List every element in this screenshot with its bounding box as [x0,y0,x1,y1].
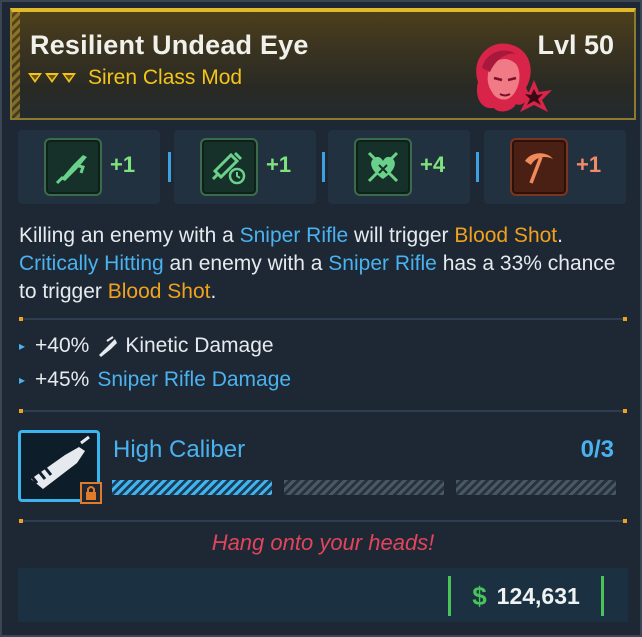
augment-progress: 0/3 [580,436,614,463]
divider [322,152,325,182]
stat-label: Kinetic Damage [125,334,274,357]
description-text: . [210,280,217,303]
keyword-blood-shot: Blood Shot [107,280,211,303]
header-stripe [12,12,20,118]
divider [168,152,171,182]
skill-bonus-value: +4 [420,152,446,177]
item-type: Siren Class Mod [88,66,243,89]
item-name: Resilient Undead Eye [30,30,309,60]
rarity-chevrons-icon [28,73,76,83]
section-divider [19,519,627,523]
price-tag: $ 124,631 [448,576,604,616]
divider [476,152,479,182]
progress-segment [112,480,272,495]
progress-segment [456,480,616,495]
section-divider [19,409,627,413]
skill-bonus-4[interactable]: +1 [484,130,626,204]
skill-bonus-1[interactable]: +1 [18,130,160,204]
description-text: an enemy with a [163,252,329,275]
skill-bonus-2[interactable]: +1 [174,130,316,204]
keyword-sniper-rifle: Sniper Rifle [328,252,437,275]
keyword-sniper-rifle: Sniper Rifle [239,224,349,247]
currency-icon: $ [472,580,487,611]
scythe-skill-icon [510,138,568,196]
footer: $ 124,631 [18,568,628,622]
skill-bonus-value: +1 [576,152,602,177]
syringe-timer-skill-icon [200,138,258,196]
progress-segment [284,480,444,495]
description-text: will trigger [348,224,455,247]
skill-bonus-value: +1 [110,152,136,177]
description-text: Killing an enemy with a [19,224,240,247]
kinetic-icon [99,336,118,357]
item-type-row: Siren Class Mod [28,66,242,90]
stat-value: +45% [35,368,90,391]
item-card: Resilient Undead Eye Siren Class Mod Lvl… [0,0,642,637]
item-description: Killing an enemy with a Sniper Rifle wil… [19,222,629,306]
skill-bonus-value: +1 [266,152,292,177]
bullet-icon: ▸ [19,373,26,387]
skill-bonus-row: +1 +1 +4 +1 [18,130,628,204]
lock-icon [80,482,102,504]
keyword-critically-hitting: Critically Hitting [19,252,164,275]
item-header: Resilient Undead Eye Siren Class Mod Lvl… [10,8,636,120]
stat-kinetic-damage: ▸ +40% Kinetic Damage [19,334,274,358]
heart-crossed-skill-icon [354,138,412,196]
sniper-skill-icon [44,138,102,196]
price-value: 124,631 [496,582,580,609]
section-divider [19,317,627,321]
description-text: . [557,224,563,247]
augment-name: High Caliber [113,436,246,463]
stat-sniper-rifle-damage: ▸ +45% Sniper Rifle Damage [19,368,291,392]
flavor-text: Hang onto your heads! [211,530,435,555]
stat-label: Sniper Rifle Damage [97,368,292,391]
skill-bonus-3[interactable]: +4 [328,130,470,204]
siren-portrait-icon [476,43,552,112]
stat-value: +40% [35,334,90,357]
keyword-blood-shot: Blood Shot [454,224,558,247]
bullet-icon: ▸ [19,339,26,353]
